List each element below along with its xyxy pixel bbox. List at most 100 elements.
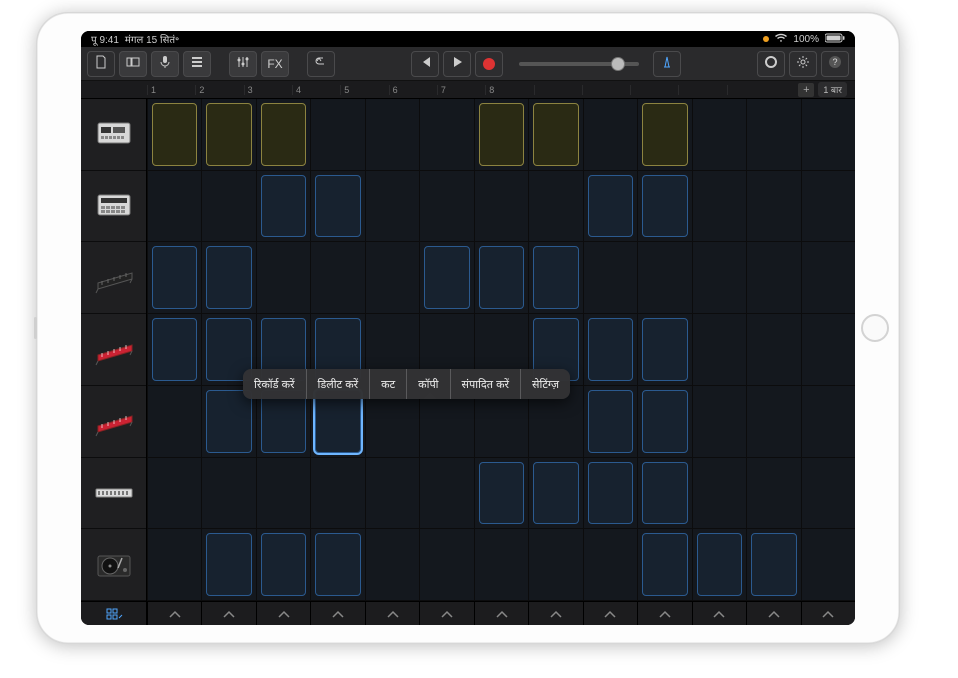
grid-cell[interactable] [637, 386, 691, 457]
grid-cell[interactable] [801, 529, 855, 600]
grid-cell[interactable] [583, 529, 637, 600]
grid-cell[interactable] [801, 386, 855, 457]
grid-cell[interactable] [147, 99, 201, 170]
grid-cell[interactable] [637, 242, 691, 313]
grid-cell[interactable] [583, 171, 637, 242]
grid-cell[interactable] [256, 242, 310, 313]
my-songs-button[interactable] [87, 51, 115, 77]
context-menu-item[interactable]: रिकॉर्ड करें [243, 369, 306, 399]
go-to-start-button[interactable] [411, 51, 439, 77]
grid-cell[interactable] [419, 99, 473, 170]
grid-edit-button[interactable] [81, 602, 147, 625]
grid-cell[interactable] [528, 99, 582, 170]
grid-cell[interactable] [801, 458, 855, 529]
grid-cell[interactable] [474, 99, 528, 170]
grid-cell[interactable] [201, 529, 255, 600]
grid-cell[interactable] [365, 242, 419, 313]
grid-cell[interactable] [801, 314, 855, 385]
grid-cell[interactable] [365, 171, 419, 242]
track-header-turntable[interactable] [81, 529, 146, 601]
grid-cell[interactable] [256, 171, 310, 242]
grid-cell[interactable] [310, 242, 364, 313]
grid-cell[interactable] [746, 386, 800, 457]
grid-cell[interactable] [801, 242, 855, 313]
column-trigger[interactable] [256, 602, 310, 625]
grid-cell[interactable] [147, 386, 201, 457]
ruler-bar[interactable]: 5 [340, 85, 388, 95]
grid-cell[interactable] [528, 458, 582, 529]
grid-cell[interactable] [310, 529, 364, 600]
settings-button[interactable] [789, 51, 817, 77]
grid-cell[interactable] [419, 458, 473, 529]
ruler-bar[interactable]: 8 [485, 85, 533, 95]
track-header-keys-2-red[interactable] [81, 314, 146, 386]
grid-cell[interactable] [365, 529, 419, 600]
master-volume-slider[interactable] [519, 62, 639, 66]
context-menu-item[interactable]: सेटिंग्ज़ [520, 369, 570, 399]
grid-cell[interactable] [801, 99, 855, 170]
grid-cell[interactable] [692, 458, 746, 529]
ruler-bar[interactable]: 2 [195, 85, 243, 95]
grid-cell[interactable] [746, 171, 800, 242]
ruler-bar[interactable]: 4 [292, 85, 340, 95]
grid-cell[interactable] [201, 99, 255, 170]
context-menu-item[interactable]: संपादित करें [450, 369, 521, 399]
track-header-drum-machine-2[interactable] [81, 171, 146, 243]
ruler-bar[interactable]: 1 [147, 85, 195, 95]
column-trigger[interactable] [746, 602, 800, 625]
grid-cell[interactable] [637, 458, 691, 529]
column-trigger[interactable] [637, 602, 691, 625]
mixer-button[interactable] [229, 51, 257, 77]
grid-cell[interactable] [692, 171, 746, 242]
context-menu-item[interactable]: डिलीट करें [306, 369, 370, 399]
grid-cell[interactable] [637, 314, 691, 385]
grid-cell[interactable] [419, 171, 473, 242]
grid-cell[interactable] [692, 386, 746, 457]
grid-cell[interactable] [637, 99, 691, 170]
column-trigger[interactable] [419, 602, 473, 625]
ruler-bar[interactable]: 7 [437, 85, 485, 95]
grid-cell[interactable] [583, 314, 637, 385]
grid-cell[interactable] [256, 99, 310, 170]
grid-cell[interactable] [528, 242, 582, 313]
grid-cell[interactable] [528, 529, 582, 600]
grid-cell[interactable] [637, 171, 691, 242]
grid-cell[interactable] [801, 171, 855, 242]
grid-cell[interactable] [474, 458, 528, 529]
add-section-button[interactable]: + [798, 83, 814, 97]
track-header-keys-3-red[interactable] [81, 386, 146, 458]
grid-cell[interactable] [746, 242, 800, 313]
ruler-bar[interactable] [582, 85, 630, 95]
browser-button[interactable] [119, 51, 147, 77]
volume-thumb[interactable] [611, 57, 625, 71]
column-trigger[interactable] [201, 602, 255, 625]
ruler-bar[interactable] [534, 85, 582, 95]
column-trigger[interactable] [147, 602, 201, 625]
grid-cell[interactable] [147, 314, 201, 385]
grid-cell[interactable] [692, 242, 746, 313]
column-trigger[interactable] [474, 602, 528, 625]
loop-browser-button[interactable] [757, 51, 785, 77]
grid-cell[interactable] [201, 171, 255, 242]
track-header-drum-machine-1[interactable] [81, 99, 146, 171]
ruler-bar[interactable]: 3 [244, 85, 292, 95]
grid-cell[interactable] [474, 529, 528, 600]
grid-cell[interactable] [310, 99, 364, 170]
record-button[interactable] [475, 51, 503, 77]
ruler-bar[interactable] [678, 85, 726, 95]
grid-cell[interactable] [692, 99, 746, 170]
section-length-badge[interactable]: 1 बार [818, 82, 847, 97]
grid-cell[interactable] [692, 314, 746, 385]
grid-cell[interactable] [474, 171, 528, 242]
grid-cell[interactable] [147, 458, 201, 529]
grid-cell[interactable] [201, 458, 255, 529]
grid-cell[interactable] [310, 458, 364, 529]
grid-cell[interactable] [419, 242, 473, 313]
grid-cell[interactable] [256, 529, 310, 600]
grid-cell[interactable] [583, 242, 637, 313]
column-trigger[interactable] [365, 602, 419, 625]
column-trigger[interactable] [583, 602, 637, 625]
grid-cell[interactable] [147, 171, 201, 242]
grid-cell[interactable] [746, 529, 800, 600]
grid-cell[interactable] [583, 99, 637, 170]
